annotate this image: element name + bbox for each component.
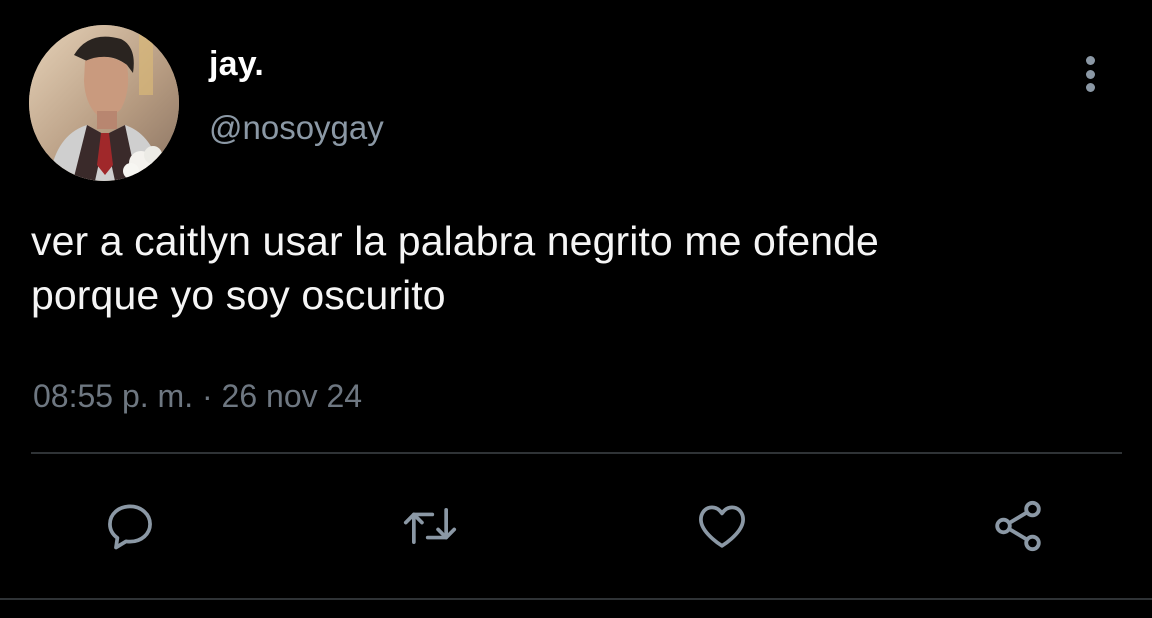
more-dot-icon — [1085, 83, 1095, 92]
user-handle[interactable]: @nosoygay — [209, 108, 384, 148]
display-name[interactable]: jay. — [209, 44, 264, 84]
avatar-illustration — [29, 25, 179, 181]
retweet-icon — [403, 508, 457, 544]
like-button[interactable] — [690, 494, 754, 558]
tweet-date: 26 nov 24 — [221, 378, 363, 414]
reply-icon — [108, 504, 152, 550]
action-bar — [0, 494, 1152, 558]
more-dot-icon — [1085, 69, 1095, 79]
divider — [31, 452, 1122, 454]
share-button[interactable] — [986, 494, 1050, 558]
bottom-divider — [0, 598, 1152, 600]
tweet-card: jay. @nosoygay ver a caitlyn usar la pal… — [0, 0, 1152, 618]
more-options-button[interactable] — [1070, 52, 1110, 96]
reply-button[interactable] — [98, 494, 162, 558]
tweet-time: 08:55 p. m. — [33, 378, 194, 414]
like-icon — [699, 505, 745, 548]
share-icon — [995, 500, 1041, 552]
retweet-button[interactable] — [398, 494, 462, 558]
avatar[interactable] — [29, 25, 179, 181]
tweet-text: ver a caitlyn usar la palabra negrito me… — [31, 218, 879, 318]
timestamp-separator: · — [201, 378, 213, 414]
tweet-timestamp[interactable]: 08:55 p. m. · 26 nov 24 — [33, 376, 362, 416]
more-dot-icon — [1085, 56, 1095, 65]
